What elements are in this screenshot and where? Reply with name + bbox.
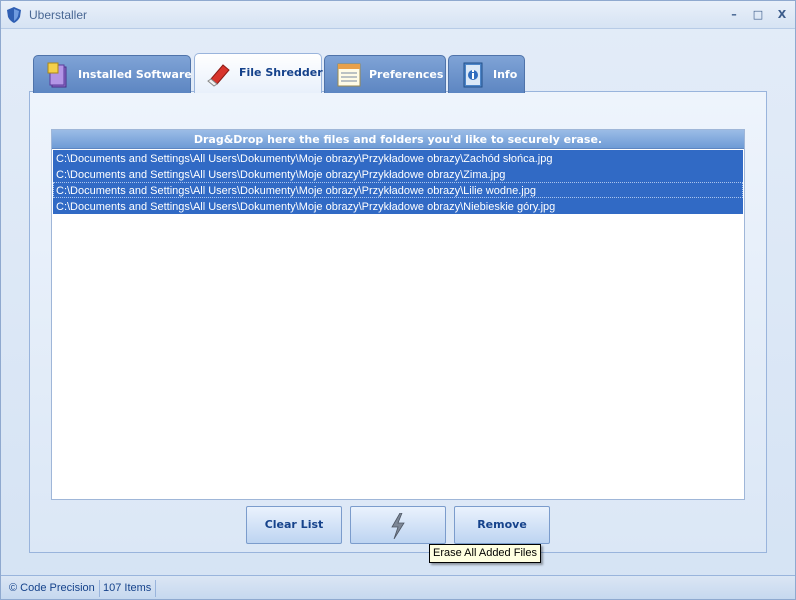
maximize-button[interactable]: □ bbox=[747, 6, 769, 24]
copyright-label: © Code Precision bbox=[5, 580, 100, 597]
shield-icon bbox=[7, 7, 21, 23]
tab-file-shredder[interactable]: File Shredder bbox=[194, 53, 323, 93]
list-item[interactable]: C:\Documents and Settings\All Users\Doku… bbox=[53, 150, 743, 166]
list-item[interactable]: C:\Documents and Settings\All Users\Doku… bbox=[53, 198, 743, 214]
close-button[interactable]: X bbox=[771, 6, 793, 24]
erase-tooltip: Erase All Added Files bbox=[429, 544, 541, 563]
tab-label: File Shredder bbox=[239, 66, 323, 79]
tab-preferences[interactable]: Preferences bbox=[324, 55, 446, 93]
item-count: 107 Items bbox=[99, 580, 157, 597]
list-item[interactable]: C:\Documents and Settings\All Users\Doku… bbox=[53, 166, 743, 182]
title-bar[interactable]: Uberstaller – □ X bbox=[1, 1, 795, 29]
list-item[interactable]: C:\Documents and Settings\All Users\Doku… bbox=[53, 182, 743, 198]
app-window: Uberstaller – □ X Installed Software Fil… bbox=[0, 0, 796, 600]
tab-installed-software[interactable]: Installed Software bbox=[33, 55, 192, 93]
minimize-button[interactable]: – bbox=[723, 6, 745, 24]
shred-file-list[interactable]: Drag&Drop here the files and folders you… bbox=[51, 129, 745, 500]
tab-label: Info bbox=[493, 68, 518, 81]
window-title: Uberstaller bbox=[29, 8, 88, 22]
lightning-bolt-icon bbox=[391, 513, 405, 539]
info-book-icon bbox=[463, 62, 483, 88]
tab-label: Preferences bbox=[369, 68, 444, 81]
drop-zone-header: Drag&Drop here the files and folders you… bbox=[52, 130, 744, 149]
remove-button[interactable]: Remove bbox=[454, 506, 550, 544]
eraser-icon bbox=[207, 64, 230, 87]
clear-list-button[interactable]: Clear List bbox=[246, 506, 342, 544]
erase-all-button[interactable] bbox=[350, 506, 446, 544]
software-box-icon bbox=[47, 62, 67, 88]
status-bar: © Code Precision 107 Items bbox=[1, 575, 795, 599]
tab-info[interactable]: Info bbox=[448, 55, 525, 93]
preferences-list-icon bbox=[337, 63, 361, 87]
tab-label: Installed Software bbox=[78, 68, 192, 81]
